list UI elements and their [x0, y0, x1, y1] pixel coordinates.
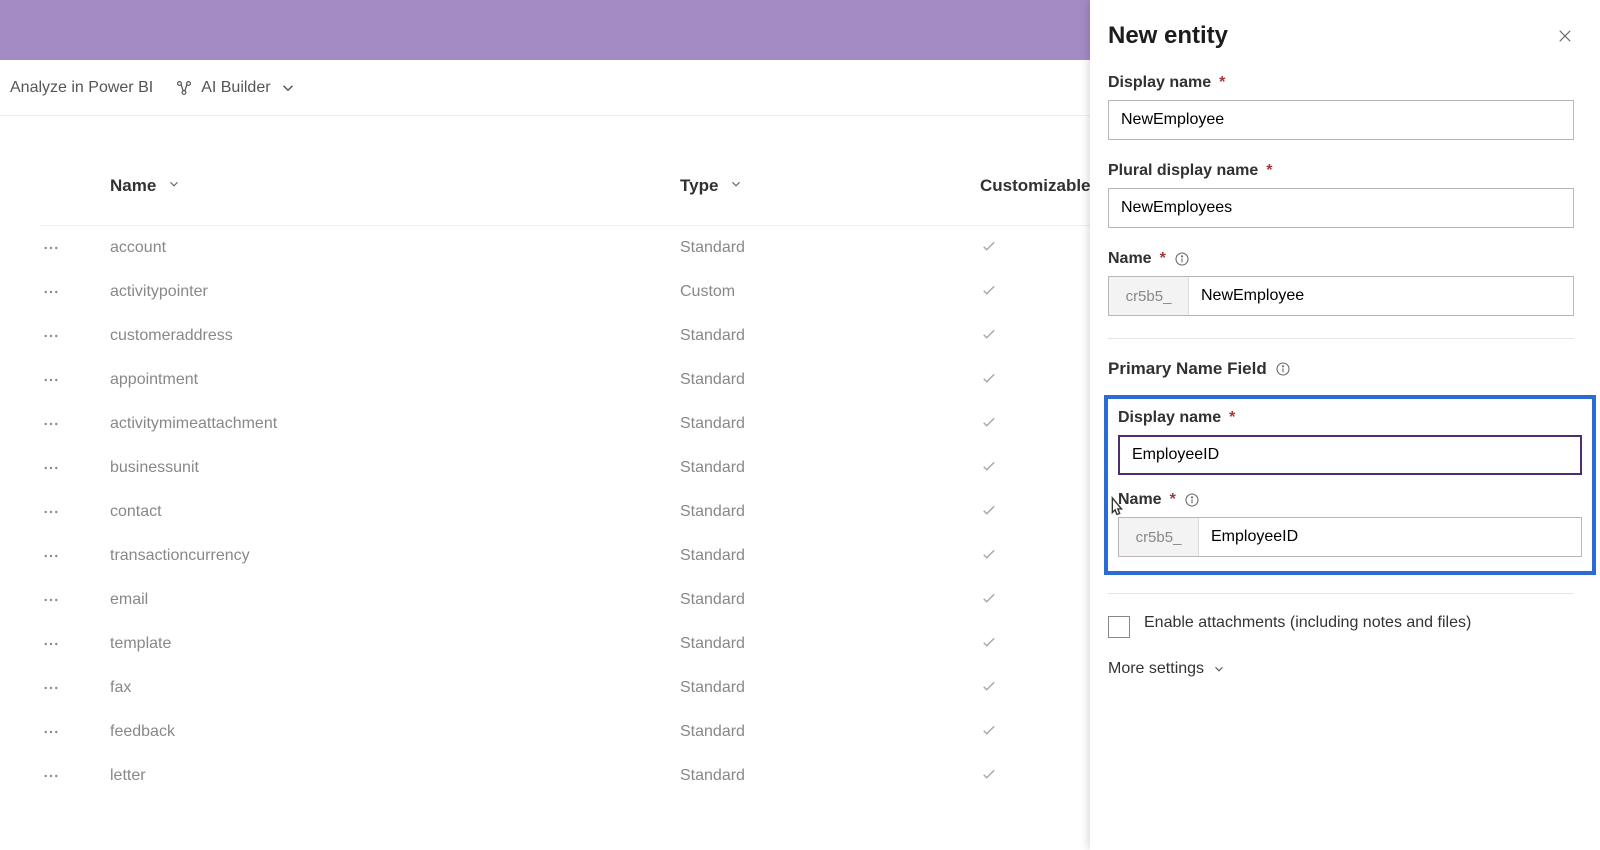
primary-name-label: Name * [1118, 491, 1582, 509]
analyze-powerbi-label: Analyze in Power BI [10, 79, 153, 97]
row-more-icon[interactable] [40, 413, 62, 435]
column-header-type[interactable]: Type [680, 176, 980, 196]
enable-attachments-label: Enable attachments (including notes and … [1144, 614, 1471, 632]
row-more-icon[interactable] [40, 369, 62, 391]
row-more-icon[interactable] [40, 677, 62, 699]
checkmark-icon [980, 545, 998, 563]
more-settings-toggle[interactable]: More settings [1108, 660, 1592, 678]
row-more-icon[interactable] [40, 457, 62, 479]
row-more-icon[interactable] [40, 325, 62, 347]
ai-builder-button[interactable]: AI Builder [175, 79, 296, 97]
checkmark-icon [980, 325, 998, 343]
row-more-icon[interactable] [40, 501, 62, 523]
row-type: Standard [680, 371, 980, 389]
checkmark-icon [980, 765, 998, 783]
name-label: Name * [1108, 250, 1574, 268]
row-type: Standard [680, 547, 980, 565]
checkmark-icon [980, 501, 998, 519]
enable-attachments-row[interactable]: Enable attachments (including notes and … [1108, 614, 1592, 638]
primary-name-highlight: Display name * Name * cr5b5_ [1104, 395, 1596, 575]
chevron-down-icon [167, 177, 181, 191]
row-name: activitymimeattachment [110, 415, 680, 433]
row-name: fax [110, 679, 680, 697]
info-icon[interactable] [1184, 492, 1200, 508]
checkmark-icon [980, 413, 998, 431]
row-more-icon[interactable] [40, 633, 62, 655]
row-name: activitypointer [110, 283, 680, 301]
row-type: Standard [680, 723, 980, 741]
chevron-down-icon [729, 177, 743, 191]
close-icon[interactable] [1556, 27, 1574, 45]
row-name: customeraddress [110, 327, 680, 345]
row-type: Standard [680, 635, 980, 653]
row-type: Standard [680, 767, 980, 785]
panel-title: New entity [1108, 22, 1228, 50]
row-type: Standard [680, 415, 980, 433]
row-type: Standard [680, 591, 980, 609]
analyze-powerbi-button[interactable]: Analyze in Power BI [10, 79, 153, 97]
name-input[interactable] [1189, 277, 1573, 315]
row-name: email [110, 591, 680, 609]
display-name-label: Display name * [1108, 74, 1574, 92]
checkmark-icon [980, 281, 998, 299]
row-name: account [110, 239, 680, 257]
plural-display-name-input[interactable] [1108, 188, 1574, 228]
row-type: Standard [680, 679, 980, 697]
info-icon[interactable] [1275, 361, 1291, 377]
primary-name-section-header: Primary Name Field [1108, 359, 1592, 379]
row-more-icon[interactable] [40, 281, 62, 303]
row-more-icon[interactable] [40, 545, 62, 567]
chevron-down-icon [1212, 662, 1226, 676]
row-type: Standard [680, 503, 980, 521]
checkmark-icon [980, 633, 998, 651]
info-icon[interactable] [1174, 251, 1190, 267]
checkmark-icon [980, 237, 998, 255]
primary-name-prefix: cr5b5_ [1119, 518, 1199, 556]
column-header-name[interactable]: Name [110, 176, 680, 196]
checkmark-icon [980, 369, 998, 387]
name-prefix: cr5b5_ [1109, 277, 1189, 315]
row-name: letter [110, 767, 680, 785]
checkmark-icon [980, 589, 998, 607]
checkmark-icon [980, 677, 998, 695]
checkmark-icon [980, 457, 998, 475]
row-type: Standard [680, 459, 980, 477]
row-more-icon[interactable] [40, 765, 62, 787]
display-name-input[interactable] [1108, 100, 1574, 140]
row-type: Standard [680, 327, 980, 345]
enable-attachments-checkbox[interactable] [1108, 616, 1130, 638]
row-name: businessunit [110, 459, 680, 477]
primary-display-name-input[interactable] [1118, 435, 1582, 475]
plural-display-name-label: Plural display name * [1108, 162, 1574, 180]
row-name: template [110, 635, 680, 653]
row-more-icon[interactable] [40, 237, 62, 259]
new-entity-panel: New entity Display name * Plural display… [1090, 0, 1600, 850]
ai-builder-label: AI Builder [201, 79, 270, 97]
name-input-wrap: cr5b5_ [1108, 276, 1574, 316]
chevron-down-icon [279, 79, 297, 97]
row-name: appointment [110, 371, 680, 389]
primary-name-input[interactable] [1199, 518, 1581, 556]
row-more-icon[interactable] [40, 721, 62, 743]
row-type: Custom [680, 283, 980, 301]
checkmark-icon [980, 721, 998, 739]
row-name: transactioncurrency [110, 547, 680, 565]
ai-builder-icon [175, 79, 193, 97]
primary-name-input-wrap: cr5b5_ [1118, 517, 1582, 557]
row-name: contact [110, 503, 680, 521]
primary-display-name-label: Display name * [1118, 409, 1582, 427]
row-type: Standard [680, 239, 980, 257]
row-more-icon[interactable] [40, 589, 62, 611]
row-name: feedback [110, 723, 680, 741]
